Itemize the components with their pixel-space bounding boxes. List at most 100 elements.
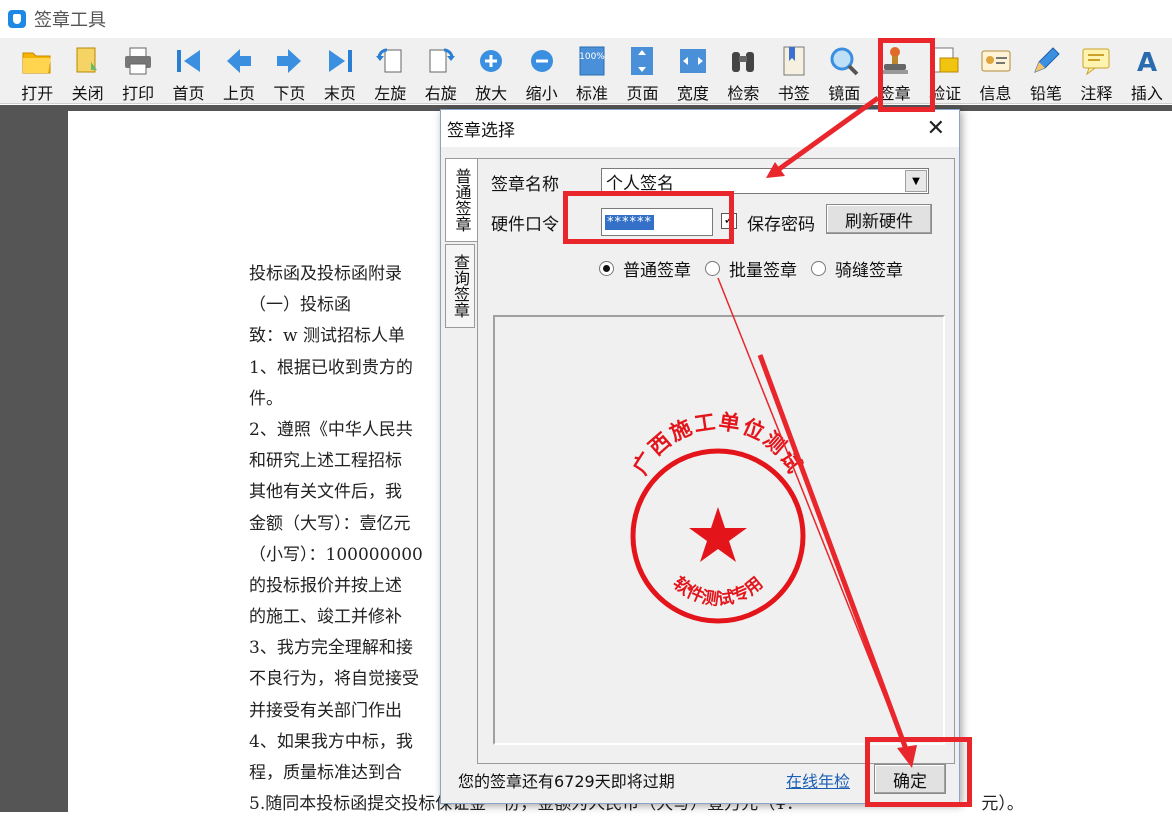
radio-straddle[interactable] <box>811 261 826 276</box>
toolbar-button-fit-page[interactable]: 页面 <box>617 44 667 103</box>
seal-name-select[interactable]: 个人签名 ▼ <box>601 168 929 194</box>
rotate-left-icon <box>373 44 407 78</box>
pwd-value: ****** <box>605 214 654 230</box>
toolbar-label: 签章 <box>878 84 911 103</box>
toolbar-button-pencil[interactable]: 铅笔 <box>1021 44 1071 103</box>
toolbar-button-next-page[interactable]: 下页 <box>264 44 314 103</box>
toolbar-button-comment[interactable]: 注释 <box>1071 44 1121 103</box>
toolbar-button-actual-size[interactable]: 100% 标准 <box>567 44 617 103</box>
open-folder-icon <box>20 44 54 78</box>
toolbar-button-info-card[interactable]: 信息 <box>970 44 1020 103</box>
toolbar-label: 插入 <box>1130 84 1163 103</box>
magnifier-icon <box>827 44 861 78</box>
tab-query-seal[interactable]: 查询签章 <box>445 244 475 328</box>
seal-top-text: 广西施工单位测试 <box>627 409 806 479</box>
toolbar-button-verify[interactable]: 验证 <box>920 44 970 103</box>
toolbar-label: 关闭 <box>71 84 104 103</box>
zoom-out-icon <box>525 44 559 78</box>
radio-batch[interactable] <box>705 261 720 276</box>
toolbar-button-rotate-left[interactable]: 左旋 <box>365 44 415 103</box>
toolbar-label: 右旋 <box>424 84 457 103</box>
toolbar-button-close-doc[interactable]: 关闭 <box>62 44 112 103</box>
seal-preview: 广西施工单位测试 软件测试专用 <box>493 315 945 745</box>
toolbar-button-last-page[interactable]: 末页 <box>315 44 365 103</box>
toolbar-label: 放大 <box>475 84 508 103</box>
toolbar-label: 打印 <box>122 84 155 103</box>
seal-bottom-text: 软件测试专用 <box>669 573 767 610</box>
comment-icon <box>1079 44 1113 78</box>
printer-icon <box>121 44 155 78</box>
toolbar-label: 镜面 <box>828 84 861 103</box>
toolbar-button-zoom-out[interactable]: 缩小 <box>516 44 566 103</box>
seal-name-label: 签章名称 <box>491 175 559 195</box>
toolbar-label: 标准 <box>576 84 609 103</box>
toolbar-button-bookmark[interactable]: 书签 <box>769 44 819 103</box>
actual-size-icon: 100% <box>575 44 609 78</box>
toolbar-label: 信息 <box>979 84 1012 103</box>
ok-button[interactable]: 确定 <box>874 764 946 794</box>
svg-text:广西施工单位测试: 广西施工单位测试 <box>627 409 808 479</box>
seal-mode-radio-group: 普通签章 批量签章 骑缝签章 <box>599 256 917 281</box>
toolbar-label: 注释 <box>1080 84 1113 103</box>
next-page-icon <box>272 44 306 78</box>
radio-normal-label: 普通签章 <box>623 261 691 281</box>
toolbar-label: 页面 <box>626 84 659 103</box>
window-titlebar: 签章工具 <box>0 0 1172 38</box>
svg-text:100%: 100% <box>579 52 605 62</box>
toolbar-button-binoculars[interactable]: 检索 <box>718 44 768 103</box>
toolbar-label: 铅笔 <box>1029 84 1062 103</box>
toolbar-button-zoom-in[interactable]: 放大 <box>466 44 516 103</box>
verify-icon <box>928 44 962 78</box>
radio-straddle-label: 骑缝签章 <box>835 261 903 281</box>
radio-selected-dot <box>603 265 610 272</box>
toolbar-button-open-folder[interactable]: 打开 <box>12 44 62 103</box>
app-shield-icon <box>8 10 26 28</box>
bookmark-icon <box>777 44 811 78</box>
window-title: 签章工具 <box>34 10 106 31</box>
dialog-titlebar: 签章选择 ✕ <box>441 110 959 147</box>
radio-normal[interactable] <box>599 261 614 276</box>
toolbar-button-fit-width[interactable]: 宽度 <box>668 44 718 103</box>
last-page-icon <box>323 44 357 78</box>
toolbar-label: 末页 <box>323 84 356 103</box>
toolbar-label: 上页 <box>222 84 255 103</box>
refresh-hardware-button[interactable]: 刷新硬件 <box>826 204 932 234</box>
toolbar-button-first-page[interactable]: 首页 <box>163 44 213 103</box>
info-card-icon <box>979 44 1013 78</box>
chevron-down-icon[interactable]: ▼ <box>905 170 927 192</box>
fit-width-icon <box>676 44 710 78</box>
toolbar-button-printer[interactable]: 打印 <box>113 44 163 103</box>
toolbar-label: 宽度 <box>676 84 709 103</box>
seal-select-dialog: 签章选择 ✕ 普通签章 查询签章 签章名称 个人签名 ▼ 硬件口令 ******… <box>440 109 960 804</box>
toolbar-label: 打开 <box>21 84 54 103</box>
main-toolbar: 打开 关闭 打印 首页 上页 下页 末页 左旋 右旋 放大 缩小 100% 标准 页面 宽度 检索 书签 镜面 签章… <box>0 38 1172 104</box>
toolbar-label: 检索 <box>727 84 760 103</box>
expiry-status-text: 您的签章还有6729天即将过期 <box>458 772 675 791</box>
hardware-pwd-label: 硬件口令 <box>491 215 559 235</box>
zoom-in-icon <box>474 44 508 78</box>
toolbar-button-prev-page[interactable]: 上页 <box>214 44 264 103</box>
toolbar-button-magnifier[interactable]: 镜面 <box>819 44 869 103</box>
insert-text-icon: A <box>1130 44 1164 78</box>
toolbar-button-insert-text[interactable]: A 插入 <box>1122 44 1172 103</box>
toolbar-label: 下页 <box>273 84 306 103</box>
toolbar-button-rotate-right[interactable]: 右旋 <box>416 44 466 103</box>
toolbar-label: 首页 <box>172 84 205 103</box>
save-pwd-checkbox[interactable]: ✓ <box>721 213 737 229</box>
seal-stamp-image: 广西施工单位测试 软件测试专用 <box>627 409 808 624</box>
prev-page-icon <box>222 44 256 78</box>
stamp-icon <box>878 44 912 78</box>
seal-name-value: 个人签名 <box>606 173 674 194</box>
hardware-pwd-input[interactable]: ****** <box>601 208 713 236</box>
online-inspection-link[interactable]: 在线年检 <box>786 768 850 792</box>
tab-normal-seal[interactable]: 普通签章 <box>445 158 477 242</box>
toolbar-label: 验证 <box>929 84 962 103</box>
rotate-right-icon <box>424 44 458 78</box>
toolbar-button-stamp[interactable]: 签章 <box>869 44 919 103</box>
toolbar-label: 左旋 <box>374 84 407 103</box>
save-pwd-label: 保存密码 <box>747 215 815 235</box>
close-icon[interactable]: ✕ <box>927 116 945 141</box>
svg-text:软件测试专用: 软件测试专用 <box>669 573 767 610</box>
fit-page-icon <box>625 44 659 78</box>
first-page-icon <box>172 44 206 78</box>
